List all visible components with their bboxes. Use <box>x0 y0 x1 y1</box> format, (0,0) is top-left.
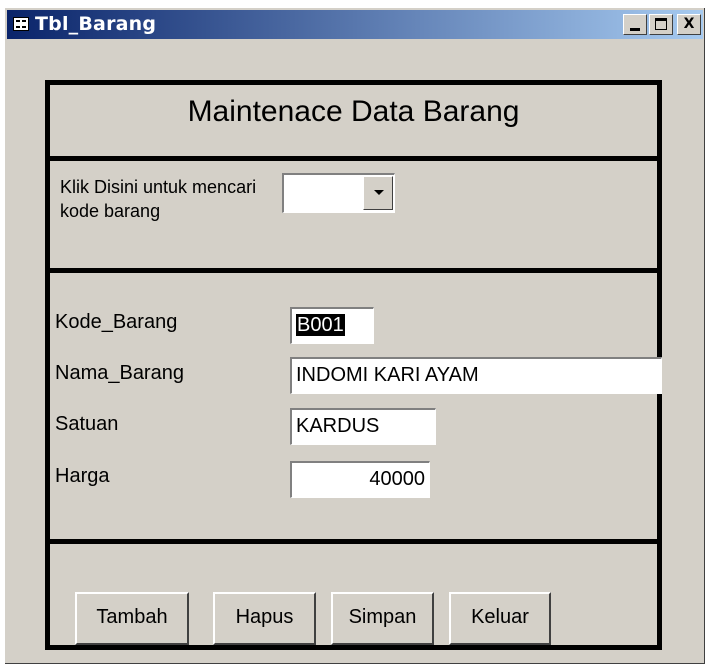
minimize-icon <box>630 28 640 31</box>
title-bar[interactable]: Tbl_Barang X <box>7 10 703 39</box>
hapus-button[interactable]: Hapus <box>213 592 316 645</box>
close-icon: X <box>683 16 695 32</box>
kode-barang-value: B001 <box>296 314 345 336</box>
satuan-label: Satuan <box>55 413 119 435</box>
nama-barang-label: Nama_Barang <box>55 362 184 384</box>
kode-barang-label: Kode_Barang <box>55 311 178 333</box>
form-icon[interactable] <box>13 17 29 31</box>
divider <box>50 539 657 544</box>
kode-lookup-combobox[interactable] <box>282 173 395 213</box>
lookup-label: Klik Disini untuk mencari kode barang <box>60 177 257 221</box>
form-title: Maintenace Data Barang <box>187 95 520 128</box>
divider <box>50 156 657 161</box>
harga-field[interactable]: 40000 <box>290 461 430 498</box>
form-window: Tbl_Barang X Maintenace Data Barang Klik… <box>3 6 705 664</box>
divider <box>50 268 657 273</box>
kode-barang-field[interactable]: B001 <box>290 307 374 344</box>
simpan-button[interactable]: Simpan <box>331 592 434 645</box>
nama-barang-value: INDOMI KARI AYAM <box>296 364 479 386</box>
maximize-icon <box>655 18 667 30</box>
maximize-button[interactable] <box>649 14 673 35</box>
minimize-button[interactable] <box>623 14 647 35</box>
satuan-field[interactable]: KARDUS <box>290 408 436 445</box>
tambah-button[interactable]: Tambah <box>75 592 189 645</box>
dropdown-arrow-icon[interactable] <box>363 176 393 210</box>
close-button[interactable]: X <box>677 14 701 35</box>
keluar-button[interactable]: Keluar <box>449 592 551 645</box>
window-title: Tbl_Barang <box>35 13 157 35</box>
form-body: Maintenace Data Barang Klik Disini untuk… <box>45 80 662 650</box>
harga-value: 40000 <box>369 468 425 490</box>
nama-barang-field[interactable]: INDOMI KARI AYAM <box>290 357 662 394</box>
satuan-value: KARDUS <box>296 415 380 437</box>
harga-label: Harga <box>55 465 110 487</box>
